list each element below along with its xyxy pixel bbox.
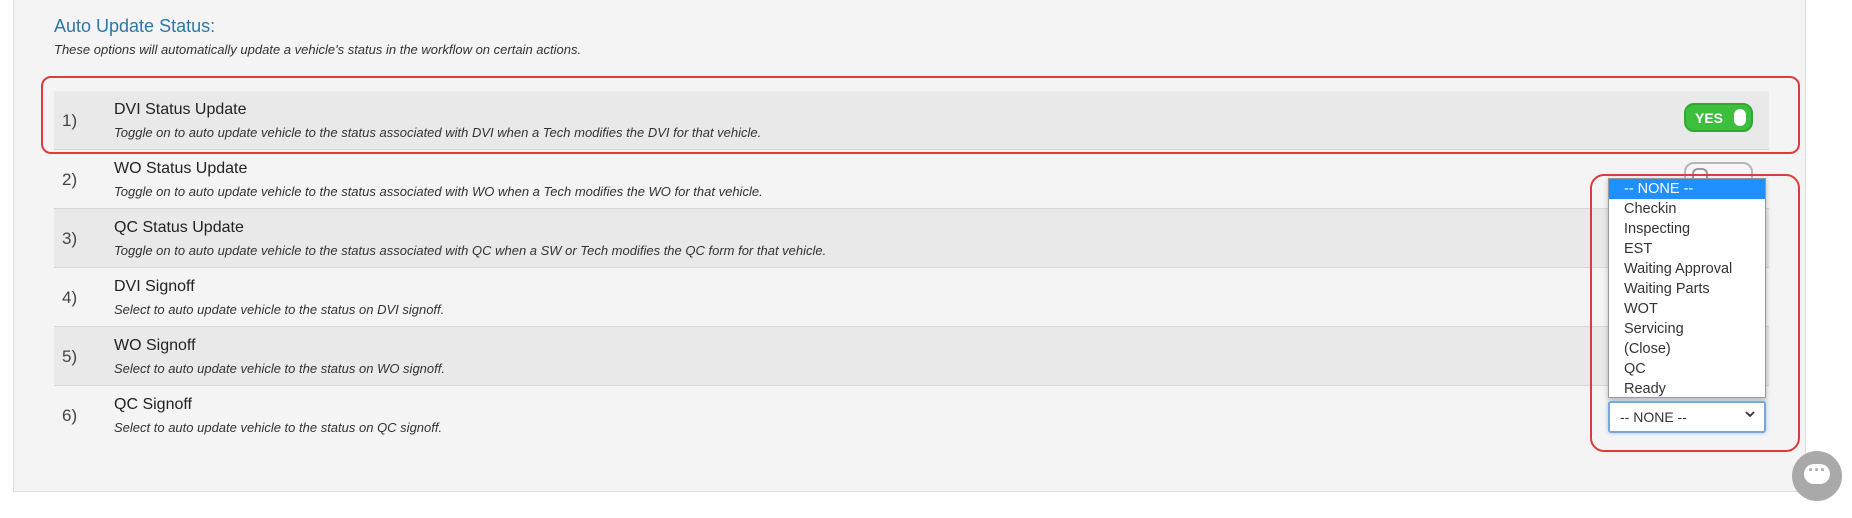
setting-row-wo-status-update: 2) WO Status Update Toggle on to auto up… <box>54 150 1769 209</box>
row-label: QC Signoff <box>114 396 192 413</box>
row-description: Select to auto update vehicle to the sta… <box>114 302 445 317</box>
setting-row-qc-status-update: 3) QC Status Update Toggle on to auto up… <box>54 209 1769 268</box>
setting-row-dvi-signoff: 4) DVI Signoff Select to auto update veh… <box>54 268 1769 327</box>
row-label: DVI Signoff <box>114 278 195 295</box>
highlight-annotation-row <box>41 76 1800 154</box>
row-number: 2) <box>62 170 78 189</box>
row-description: Toggle on to auto update vehicle to the … <box>114 184 763 199</box>
setting-row-wo-signoff: 5) WO Signoff Select to auto update vehi… <box>54 327 1769 386</box>
row-description: Toggle on to auto update vehicle to the … <box>114 243 827 258</box>
row-label: QC Status Update <box>114 219 244 236</box>
row-number: 4) <box>62 288 78 307</box>
chat-icon: ··· <box>1804 461 1830 484</box>
setting-row-qc-signoff: 6) QC Signoff Select to auto update vehi… <box>54 386 1769 445</box>
row-label: WO Signoff <box>114 337 196 354</box>
section-subtitle: These options will automatically update … <box>54 42 582 57</box>
row-description: Select to auto update vehicle to the sta… <box>114 361 445 376</box>
row-number: 3) <box>62 229 78 248</box>
row-number: 5) <box>62 347 78 366</box>
row-number: 6) <box>62 406 78 425</box>
chat-widget-button[interactable]: ··· <box>1792 451 1842 501</box>
section-title: Auto Update Status: <box>54 16 216 36</box>
row-label: WO Status Update <box>114 160 248 177</box>
row-description: Select to auto update vehicle to the sta… <box>114 420 443 435</box>
highlight-annotation-dropdown <box>1590 174 1800 452</box>
